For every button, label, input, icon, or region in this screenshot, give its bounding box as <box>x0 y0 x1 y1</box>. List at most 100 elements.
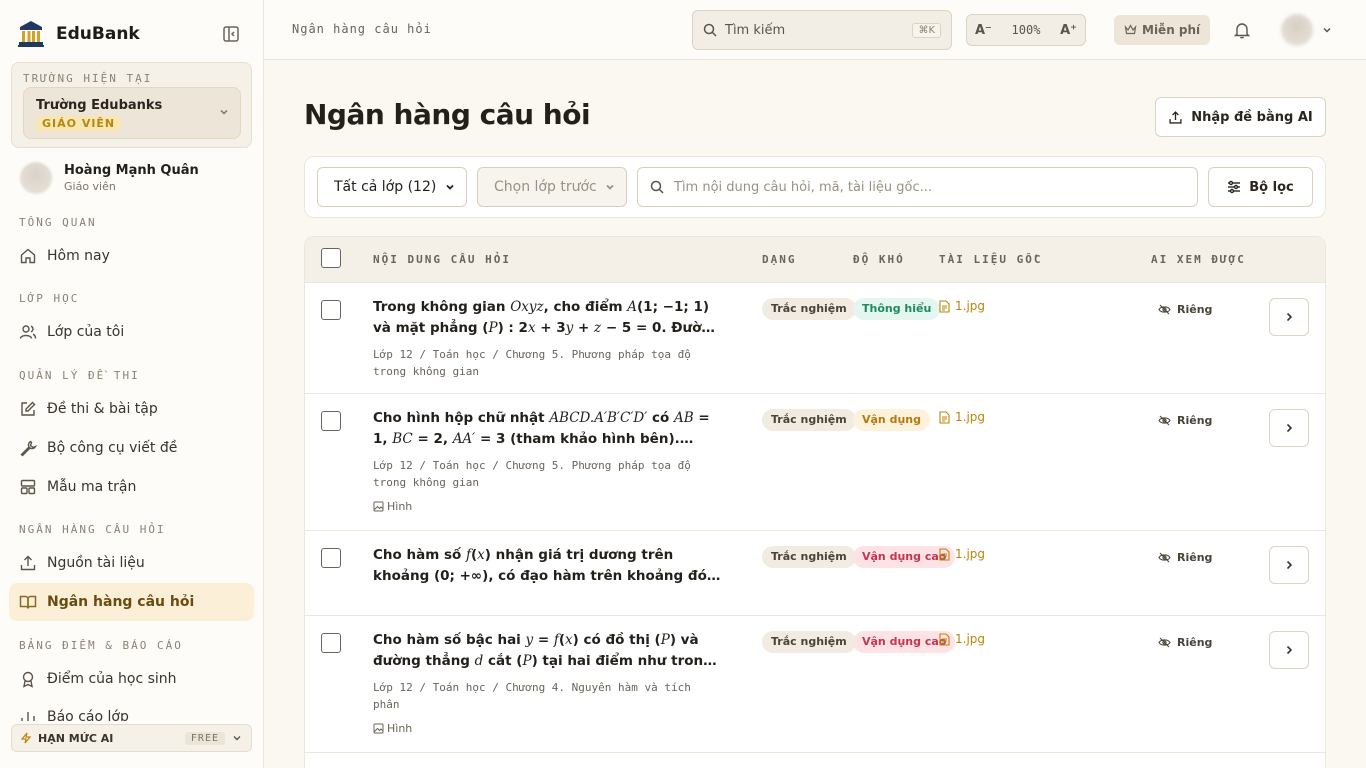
ai-quota[interactable]: HẠN MỨC AI FREE <box>11 724 252 752</box>
chevron-right-icon <box>1283 559 1295 571</box>
upload-icon <box>19 554 37 572</box>
source-file-link[interactable]: 1.jpg <box>939 299 985 313</box>
upload-icon <box>1168 110 1183 125</box>
award-icon <box>19 670 37 688</box>
sidebar-item-question-bank[interactable]: Ngân hàng câu hỏi <box>9 583 254 621</box>
global-search[interactable]: Tìm kiếm ⌘K <box>692 10 952 50</box>
sidebar-item-exams[interactable]: Đề thi & bài tập <box>9 390 254 428</box>
question-search[interactable]: Tìm nội dung câu hỏi, mã, tài liệu gốc..… <box>637 167 1198 207</box>
question-table: NỘI DUNG CÂU HỎI DẠNG ĐỘ KHÓ TÀI LIỆU GỐ… <box>304 236 1326 768</box>
user-profile[interactable]: Hoàng Mạnh Quân Giáo viên <box>20 162 199 194</box>
role-badge: GIÁO VIÊN <box>36 116 122 131</box>
ai-import-button[interactable]: Nhập đề bằng AI <box>1155 97 1326 137</box>
zoom-level: 100% <box>1011 23 1041 37</box>
visibility-label: Riêng <box>1177 303 1213 316</box>
collapse-sidebar-icon[interactable] <box>222 25 242 45</box>
sidebar-item-scores[interactable]: Điểm của học sinh <box>9 660 254 698</box>
chevron-down-icon[interactable] <box>1321 24 1333 36</box>
file-icon <box>939 547 950 561</box>
zoom-in-button[interactable]: A⁺ <box>1060 23 1077 38</box>
school-select[interactable]: Trường Edubanks GIÁO VIÊN <box>23 87 241 139</box>
open-question-button[interactable] <box>1269 546 1309 584</box>
sidebar-item-today[interactable]: Hôm nay <box>9 237 254 275</box>
search-shortcut: ⌘K <box>912 22 941 38</box>
table-header: NỘI DUNG CÂU HỎI DẠNG ĐỘ KHÓ TÀI LIỆU GỐ… <box>305 237 1325 283</box>
search-input[interactable]: Tìm kiếm <box>725 23 785 38</box>
grade-select[interactable]: Tất cả lớp (12) <box>317 167 467 207</box>
source-file-link[interactable]: 1.jpg <box>939 547 985 561</box>
file-icon <box>939 299 950 313</box>
grade-select-value: Tất cả lớp (12) <box>334 179 437 195</box>
visibility: Riêng <box>1158 551 1212 564</box>
section-bank: NGÂN HÀNG CÂU HỎI <box>19 523 166 536</box>
row-checkbox[interactable] <box>321 300 341 320</box>
zoom-out-button[interactable]: A⁻ <box>975 23 992 38</box>
table-row[interactable]: Cho hàm số bậc hai y = f(x) có đồ thị (P… <box>305 616 1325 753</box>
bell-icon[interactable] <box>1233 21 1251 39</box>
avatar[interactable] <box>1281 14 1313 46</box>
type-badge: Trắc nghiệm <box>762 298 856 320</box>
sidebar-item-label: Hôm nay <box>47 248 110 264</box>
file-icon <box>939 632 950 646</box>
section-classes: LỚP HỌC <box>19 292 80 305</box>
question-path: Lớp 12 / Toán học / Chương 4. Nguyên hàm… <box>373 681 691 711</box>
ai-quota-label: HẠN MỨC AI <box>38 731 114 745</box>
type-badge: Trắc nghiệm <box>762 409 856 431</box>
sidebar-item-matrix[interactable]: Mẫu ma trận <box>9 468 254 506</box>
question-text: Trong không gian Oxyz, cho điểm A(1; −1;… <box>373 299 721 336</box>
table-row[interactable]: Cho hình hộp chữ nhật ABCD.A′B′C′D′ có A… <box>305 394 1325 531</box>
header-visibility: AI XEM ĐƯỢC <box>1151 253 1246 266</box>
type-badge: Trắc nghiệm <box>762 546 856 568</box>
user-role: Giáo viên <box>64 180 116 193</box>
open-question-button[interactable] <box>1269 409 1309 447</box>
sidebar-item-sources[interactable]: Nguồn tài liệu <box>9 544 254 582</box>
visibility: Riêng <box>1158 636 1212 649</box>
type-badge: Trắc nghiệm <box>762 631 856 653</box>
chevron-right-icon <box>1283 644 1295 656</box>
row-checkbox[interactable] <box>321 411 341 431</box>
sidebar-item-label: Lớp của tôi <box>47 324 125 340</box>
section-exams: QUẢN LÝ ĐỀ THI <box>19 369 140 382</box>
filter-button[interactable]: Bộ lọc <box>1208 167 1313 207</box>
class-select[interactable]: Chọn lớp trước <box>477 167 627 207</box>
image-tag: Hình <box>373 722 412 735</box>
question-path: Lớp 12 / Toán học / Chương 5. Phương phá… <box>373 459 691 489</box>
row-checkbox[interactable] <box>321 548 341 568</box>
question-search-input[interactable]: Tìm nội dung câu hỏi, mã, tài liệu gốc..… <box>674 180 932 195</box>
difficulty-badge: Thông hiểu <box>853 298 941 320</box>
sidebar-item-class-reports[interactable]: Báo cáo lớp <box>9 699 254 721</box>
question-path: Lớp 12 / Toán học / Chương 5. Phương phá… <box>373 348 691 378</box>
open-question-button[interactable] <box>1269 298 1309 336</box>
zap-icon <box>20 732 32 744</box>
source-file-link[interactable]: 1.jpg <box>939 632 985 646</box>
header-difficulty: ĐỘ KHÓ <box>853 253 905 266</box>
plan-label: Miễn phí <box>1142 23 1201 37</box>
table-row[interactable]: Cho hàm số f(x) nhận giá trị dương trên … <box>305 531 1325 616</box>
edit-icon <box>19 400 37 418</box>
question-text: Cho hàm số f(x) nhận giá trị dương trên … <box>373 547 707 584</box>
image-tag-label: Hình <box>387 722 413 735</box>
select-all-checkbox[interactable] <box>321 248 341 268</box>
grid-icon <box>19 478 37 496</box>
brand[interactable]: EduBank <box>18 20 140 48</box>
sidebar-item-label: Báo cáo lớp <box>47 709 129 721</box>
chevron-down-icon <box>218 106 230 118</box>
eye-off-icon <box>1158 637 1171 648</box>
sidebar-item-label: Đề thi & bài tập <box>47 401 158 417</box>
visibility-label: Riêng <box>1177 636 1213 649</box>
image-icon <box>373 501 384 512</box>
source-file-link[interactable]: 1.jpg <box>939 410 985 424</box>
image-tag-label: Hình <box>387 500 413 513</box>
header-content: NỘI DUNG CÂU HỎI <box>373 253 511 266</box>
header-type: DẠNG <box>762 253 797 266</box>
eye-off-icon <box>1158 552 1171 563</box>
open-question-button[interactable] <box>1269 631 1309 669</box>
avatar <box>20 162 52 194</box>
section-reports: BẢNG ĐIỂM & BÁO CÁO <box>19 639 183 652</box>
sidebar-item-my-classes[interactable]: Lớp của tôi <box>9 313 254 351</box>
sidebar-item-tools[interactable]: Bộ công cụ viết đề <box>9 429 254 467</box>
bar-chart-icon <box>19 709 37 721</box>
table-row[interactable]: Trong không gian Oxyz, cho điểm A(1; −1;… <box>305 283 1325 394</box>
plan-button[interactable]: Miễn phí <box>1114 15 1211 45</box>
row-checkbox[interactable] <box>321 633 341 653</box>
